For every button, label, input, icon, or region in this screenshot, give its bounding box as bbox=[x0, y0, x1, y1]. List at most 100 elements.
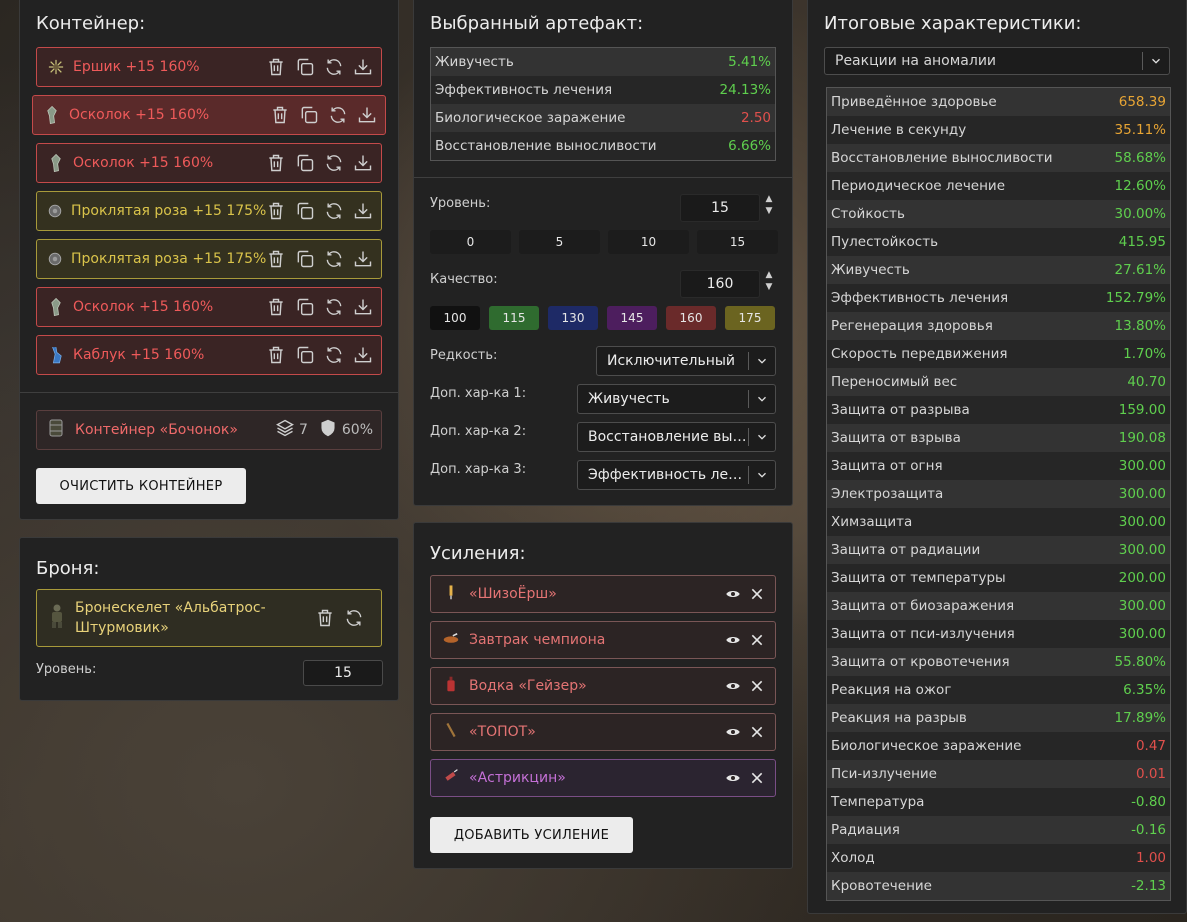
spinner-arrows-icon[interactable]: ▲ ▼ bbox=[764, 269, 774, 293]
copy-icon[interactable] bbox=[295, 345, 315, 365]
boost-row[interactable]: «ТОПОТ» bbox=[430, 713, 776, 751]
level-preset-button[interactable]: 15 bbox=[697, 230, 778, 254]
trash-icon[interactable] bbox=[270, 105, 290, 125]
refresh-icon[interactable] bbox=[344, 608, 364, 628]
copy-icon[interactable] bbox=[295, 57, 315, 77]
trash-icon[interactable] bbox=[266, 249, 286, 269]
refresh-icon[interactable] bbox=[324, 57, 344, 77]
stat-row: Химзащита 300.00 bbox=[827, 508, 1170, 536]
boost-row[interactable]: Завтрак чемпиона bbox=[430, 621, 776, 659]
download-icon[interactable] bbox=[353, 57, 373, 77]
stat-row: Периодическое лечение 12.60% bbox=[827, 172, 1170, 200]
protection-value: 60% bbox=[341, 422, 373, 438]
download-icon[interactable] bbox=[353, 345, 373, 365]
close-icon[interactable] bbox=[749, 770, 765, 786]
download-icon[interactable] bbox=[357, 105, 377, 125]
stat-value: 0.47 bbox=[1135, 738, 1166, 754]
totals-filter-select[interactable]: Реакции на аномалии bbox=[824, 47, 1170, 75]
stat-name: Температура bbox=[831, 794, 925, 810]
eye-icon[interactable] bbox=[725, 724, 741, 740]
trash-icon[interactable] bbox=[266, 345, 286, 365]
stat-row: Биологическое заражение 2.50 bbox=[431, 104, 775, 132]
container-artifact-row[interactable]: Осколок +15 160% bbox=[36, 143, 382, 183]
extra1-select[interactable]: Живучесть bbox=[577, 384, 776, 414]
totals-filter-value: Реакции на аномалии bbox=[835, 53, 997, 69]
extra3-select[interactable]: Эффективность лечения bbox=[577, 460, 776, 490]
boost-row[interactable]: Водка «Гейзер» bbox=[430, 667, 776, 705]
close-icon[interactable] bbox=[749, 724, 765, 740]
refresh-icon[interactable] bbox=[328, 105, 348, 125]
close-icon[interactable] bbox=[749, 632, 765, 648]
eye-icon[interactable] bbox=[725, 770, 741, 786]
rose-artifact-icon bbox=[47, 248, 63, 270]
shard-artifact-icon bbox=[43, 104, 61, 126]
download-icon[interactable] bbox=[353, 201, 373, 221]
artifact-quality-input[interactable]: 160 bbox=[680, 270, 760, 298]
armor-level-input[interactable]: 15 bbox=[303, 660, 383, 686]
trash-icon[interactable] bbox=[315, 608, 335, 628]
container-artifact-row[interactable]: Ершик +15 160% bbox=[36, 47, 382, 87]
trash-icon[interactable] bbox=[266, 297, 286, 317]
eye-icon[interactable] bbox=[725, 632, 741, 648]
armor-item[interactable]: Бронескелет «Альбатрос-Штурмовик» bbox=[36, 589, 382, 647]
stat-name: Защита от радиации bbox=[831, 542, 981, 558]
boost-label: Водка «Гейзер» bbox=[469, 678, 587, 694]
level-preset-button[interactable]: 10 bbox=[608, 230, 689, 254]
extra2-select[interactable]: Восстановление выносливости bbox=[577, 422, 776, 452]
clear-container-button[interactable]: ОЧИСТИТЬ КОНТЕЙНЕР bbox=[36, 468, 246, 504]
refresh-icon[interactable] bbox=[324, 249, 344, 269]
copy-icon[interactable] bbox=[295, 297, 315, 317]
stat-name: Восстановление выносливости bbox=[831, 150, 1053, 166]
stat-value: 200.00 bbox=[1118, 570, 1166, 586]
stat-value: 40.70 bbox=[1127, 374, 1166, 390]
boost-row[interactable]: «Астрикцин» bbox=[430, 759, 776, 797]
chevron-down-icon bbox=[749, 430, 775, 444]
quality-preset-button[interactable]: 145 bbox=[607, 306, 657, 330]
refresh-icon[interactable] bbox=[324, 345, 344, 365]
stat-row: Защита от биозаражения 300.00 bbox=[827, 592, 1170, 620]
stat-value: 152.79% bbox=[1105, 290, 1166, 306]
level-preset-button[interactable]: 0 bbox=[430, 230, 511, 254]
trash-icon[interactable] bbox=[266, 153, 286, 173]
copy-icon[interactable] bbox=[299, 105, 319, 125]
trash-icon[interactable] bbox=[266, 57, 286, 77]
extra3-label: Доп. хар-ка 3: bbox=[430, 462, 527, 477]
refresh-icon[interactable] bbox=[324, 297, 344, 317]
refresh-icon[interactable] bbox=[324, 201, 344, 221]
copy-icon[interactable] bbox=[295, 201, 315, 221]
quality-preset-button[interactable]: 115 bbox=[489, 306, 539, 330]
quality-preset-button[interactable]: 175 bbox=[725, 306, 775, 330]
add-boost-button[interactable]: ДОБАВИТЬ УСИЛЕНИЕ bbox=[430, 817, 633, 853]
container-item-list: Ершик +15 160% Осколок +15 160% Осколок +1… bbox=[32, 47, 386, 383]
eye-icon[interactable] bbox=[725, 586, 741, 602]
artifact-level-input[interactable]: 15 bbox=[680, 194, 760, 222]
chevron-down-icon bbox=[749, 354, 775, 368]
trash-icon[interactable] bbox=[266, 201, 286, 221]
refresh-icon[interactable] bbox=[324, 153, 344, 173]
container-artifact-row[interactable]: Осколок +15 160% bbox=[36, 287, 382, 327]
container-artifact-row[interactable]: Проклятая роза +15 175% bbox=[36, 239, 382, 279]
container-artifact-row[interactable]: Проклятая роза +15 175% bbox=[36, 191, 382, 231]
copy-icon[interactable] bbox=[295, 153, 315, 173]
spinner-arrows-icon[interactable]: ▲ ▼ bbox=[764, 193, 774, 217]
download-icon[interactable] bbox=[353, 153, 373, 173]
boost-row[interactable]: «ШизоЁрш» bbox=[430, 575, 776, 613]
download-icon[interactable] bbox=[353, 297, 373, 317]
rarity-select[interactable]: Исключительный bbox=[596, 346, 776, 376]
close-icon[interactable] bbox=[749, 678, 765, 694]
eye-icon[interactable] bbox=[725, 678, 741, 694]
stat-row: Реакция на ожог 6.35% bbox=[827, 676, 1170, 704]
container-artifact-row[interactable]: Каблук +15 160% bbox=[36, 335, 382, 375]
stat-name: Защита от биозаражения bbox=[831, 598, 1015, 614]
quality-preset-button[interactable]: 160 bbox=[666, 306, 716, 330]
copy-icon[interactable] bbox=[295, 249, 315, 269]
stat-row: Защита от разрыва 159.00 bbox=[827, 396, 1170, 424]
container-item[interactable]: Контейнер «Бочонок» 7 60% bbox=[36, 410, 382, 450]
quality-preset-button[interactable]: 100 bbox=[430, 306, 480, 330]
container-artifact-row[interactable]: Осколок +15 160% bbox=[32, 95, 386, 135]
close-icon[interactable] bbox=[749, 586, 765, 602]
quality-preset-button[interactable]: 130 bbox=[548, 306, 598, 330]
level-preset-button[interactable]: 5 bbox=[519, 230, 600, 254]
download-icon[interactable] bbox=[353, 249, 373, 269]
stick-icon bbox=[443, 722, 459, 742]
